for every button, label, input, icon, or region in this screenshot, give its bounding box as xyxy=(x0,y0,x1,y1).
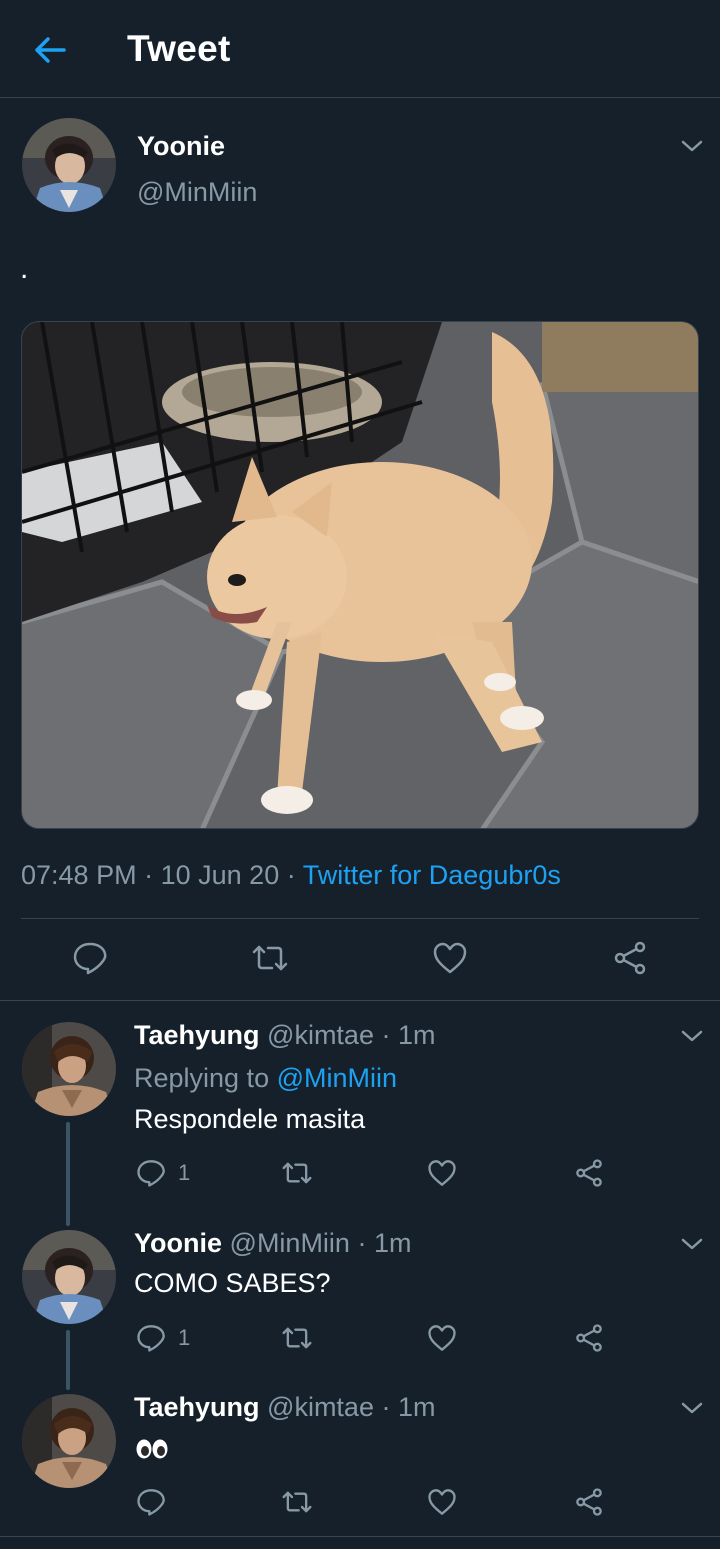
retweet-button[interactable] xyxy=(280,1487,314,1517)
meta-separator: · xyxy=(381,1392,391,1422)
reply-author-avatar[interactable] xyxy=(22,1230,116,1324)
reply-author-avatar[interactable] xyxy=(22,1022,116,1116)
reply-icon xyxy=(137,1325,165,1352)
share-button[interactable] xyxy=(574,1323,604,1353)
tweet-meta: 07:48 PM · 10 Jun 20 · Twitter for Daegu… xyxy=(21,860,561,891)
share-button[interactable] xyxy=(574,1487,604,1517)
like-button[interactable] xyxy=(427,1487,457,1517)
share-button[interactable] xyxy=(612,940,648,976)
like-button[interactable] xyxy=(427,1323,457,1353)
meta-separator: · xyxy=(144,860,154,890)
tweet-photo[interactable] xyxy=(21,321,699,829)
like-button[interactable] xyxy=(432,940,468,976)
retweet-button[interactable] xyxy=(280,1323,314,1353)
like-button[interactable] xyxy=(427,1158,457,1188)
divider xyxy=(0,1000,720,1001)
reply-author-name[interactable]: Taehyung xyxy=(134,1020,260,1050)
reply-icon xyxy=(137,1489,165,1516)
retweet-icon xyxy=(282,1162,312,1184)
retweet-icon xyxy=(252,945,288,971)
meta-separator: · xyxy=(357,1228,367,1258)
reply-button[interactable]: 1 xyxy=(136,1158,190,1188)
back-arrow-icon[interactable] xyxy=(28,28,72,72)
reply-header: Taehyung @kimtae · 1m xyxy=(134,1392,436,1423)
main-author-name[interactable]: Yoonie xyxy=(137,131,225,162)
reply-button[interactable] xyxy=(136,1487,166,1517)
eyes-emoji xyxy=(136,1436,168,1467)
tweet-page: Tweet Yoonie @MinMiin . 07:48 PM · 10 Ju… xyxy=(0,0,720,1549)
reply-time: 1m xyxy=(373,1228,412,1258)
share-icon xyxy=(576,1488,602,1516)
reply-author-handle[interactable]: @kimtae xyxy=(267,1392,374,1422)
reply-header: Taehyung @kimtae · 1m xyxy=(134,1020,436,1051)
reply-count: 1 xyxy=(178,1160,191,1185)
meta-separator: · xyxy=(286,860,296,890)
tweet-source-link[interactable]: Twitter for Daegubr0s xyxy=(303,860,561,890)
tweet-text: . xyxy=(20,252,29,285)
reply-author-avatar[interactable] xyxy=(22,1394,116,1488)
reply-count: 1 xyxy=(178,1325,191,1350)
reply-author-name[interactable]: Taehyung xyxy=(134,1392,260,1422)
meta-separator: · xyxy=(381,1020,391,1050)
like-icon xyxy=(428,1325,456,1351)
chevron-down-icon[interactable] xyxy=(678,136,706,156)
thread-line xyxy=(66,1330,70,1390)
share-icon xyxy=(614,941,646,975)
reply-author-name[interactable]: Yoonie xyxy=(134,1228,222,1258)
tweet-date: 10 Jun 20 xyxy=(160,860,280,890)
retweet-icon xyxy=(282,1491,312,1513)
divider xyxy=(0,1536,720,1537)
thread-line xyxy=(66,1122,70,1226)
replying-to: Replying to @MinMiin xyxy=(134,1063,397,1094)
divider xyxy=(21,918,699,919)
reply-author-handle[interactable]: @kimtae xyxy=(267,1020,374,1050)
share-icon xyxy=(576,1324,602,1352)
like-icon xyxy=(433,942,467,974)
retweet-button[interactable] xyxy=(250,940,290,976)
reply-header: Yoonie @MinMiin · 1m xyxy=(134,1228,412,1259)
main-author-handle[interactable]: @MinMiin xyxy=(137,177,257,208)
reply-icon xyxy=(73,942,107,975)
reply-author-handle[interactable]: @MinMiin xyxy=(230,1228,350,1258)
retweet-icon xyxy=(282,1327,312,1349)
top-app-bar: Tweet xyxy=(0,0,720,98)
reply-text: COMO SABES? xyxy=(134,1268,331,1298)
share-button[interactable] xyxy=(574,1158,604,1188)
reply-text: Respondele masita xyxy=(134,1104,366,1134)
reply-time: 1m xyxy=(398,1392,436,1422)
reply-icon xyxy=(137,1160,165,1187)
chevron-down-icon[interactable] xyxy=(678,1398,706,1418)
main-author-avatar[interactable] xyxy=(22,118,116,212)
replying-to-label: Replying to xyxy=(134,1063,277,1093)
reply-time: 1m xyxy=(398,1020,436,1050)
replying-to-handle[interactable]: @MinMiin xyxy=(277,1063,397,1093)
reply-button[interactable] xyxy=(72,940,108,976)
retweet-button[interactable] xyxy=(280,1158,314,1188)
share-icon xyxy=(576,1159,602,1187)
chevron-down-icon[interactable] xyxy=(678,1026,706,1046)
reply-button[interactable]: 1 xyxy=(136,1323,190,1353)
tweet-time: 07:48 PM xyxy=(21,860,137,890)
like-icon xyxy=(428,1160,456,1186)
chevron-down-icon[interactable] xyxy=(678,1234,706,1254)
page-title: Tweet xyxy=(127,28,231,69)
like-icon xyxy=(428,1489,456,1515)
